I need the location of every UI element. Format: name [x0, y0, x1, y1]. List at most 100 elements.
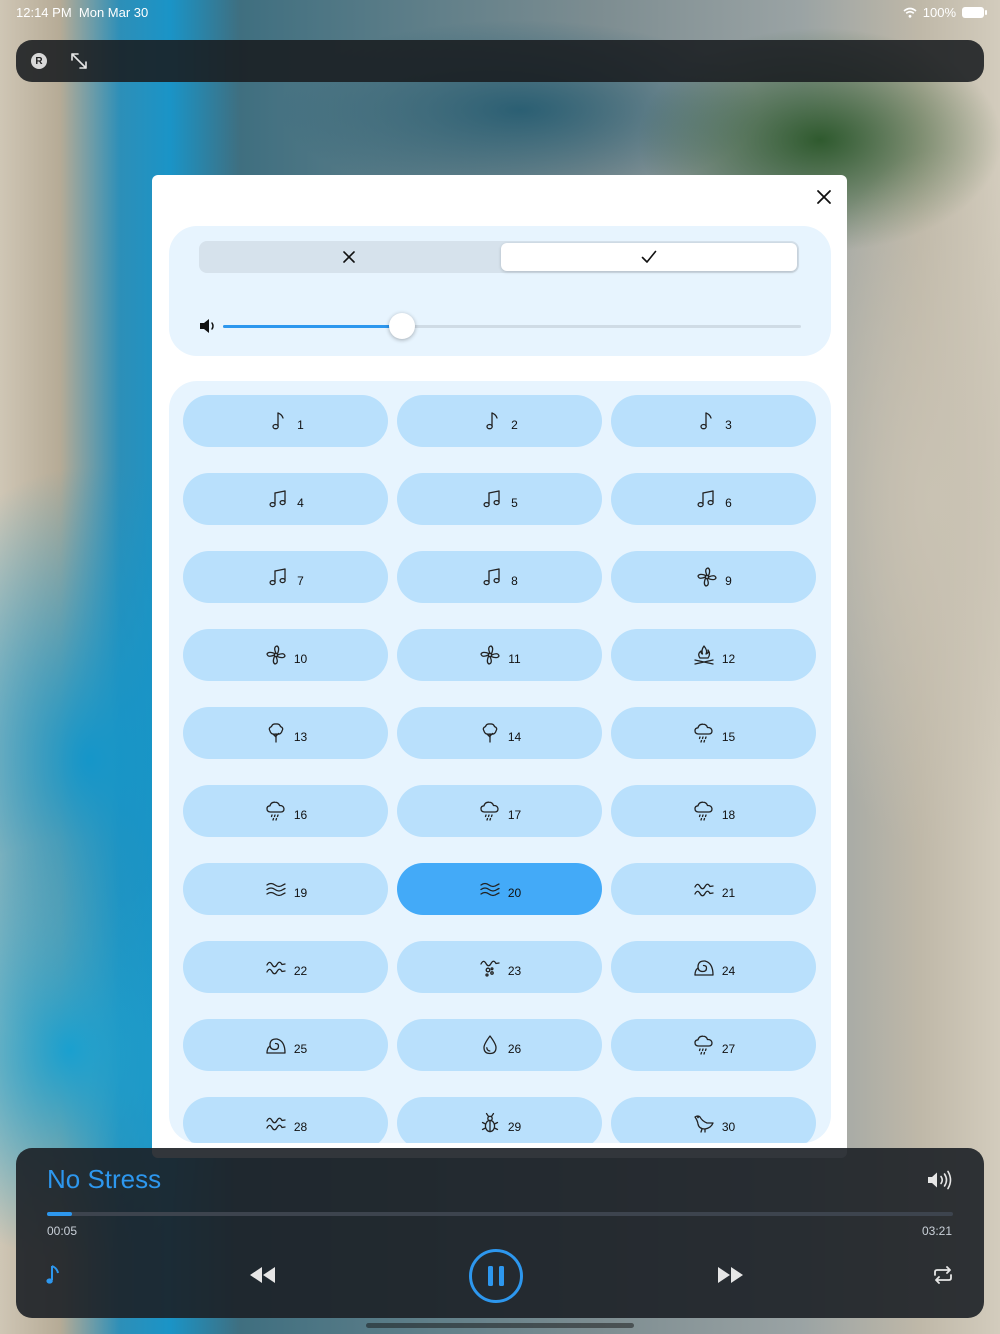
sound-label: 8 — [511, 574, 518, 588]
segment-cancel[interactable] — [201, 243, 497, 271]
fan-icon — [480, 645, 500, 665]
rain-cloud-icon — [266, 801, 285, 821]
sound-button-27[interactable]: 27 — [611, 1019, 816, 1071]
sound-button-28[interactable]: 28 — [183, 1097, 388, 1143]
track-title: No Stress — [47, 1164, 162, 1194]
sound-label: 18 — [721, 808, 736, 822]
sound-button-5[interactable]: 5 — [397, 473, 602, 525]
fast-forward-button[interactable] — [717, 1266, 743, 1284]
sound-label: 1 — [297, 418, 304, 432]
sound-label: 15 — [721, 730, 736, 744]
rewind-icon — [250, 1267, 275, 1283]
notes-icon — [269, 568, 286, 586]
sound-button-2[interactable]: 2 — [397, 395, 602, 447]
sound-label: 28 — [293, 1120, 308, 1134]
x-mark-icon — [343, 251, 355, 263]
playback-progress[interactable] — [47, 1212, 953, 1216]
volume-slider[interactable] — [223, 313, 801, 339]
sound-button-24[interactable]: 24 — [611, 941, 816, 993]
sound-label: 16 — [293, 808, 308, 822]
notes-icon — [483, 490, 500, 508]
bubbles-waves-icon — [480, 960, 500, 977]
settings-panel — [169, 226, 831, 356]
r-badge-icon[interactable]: R — [31, 53, 47, 69]
sound-button-22[interactable]: 22 — [183, 941, 388, 993]
sound-label: 9 — [725, 574, 732, 588]
snail-shell-icon — [266, 1038, 286, 1054]
current-time: 00:05 — [47, 1224, 78, 1238]
sound-button-6[interactable]: 6 — [611, 473, 816, 525]
sea-waves-icon — [266, 961, 286, 975]
sound-label: 27 — [721, 1042, 736, 1056]
battery-icon — [962, 7, 987, 18]
clock-date: Mon Mar 30 — [78, 5, 149, 20]
sound-button-21[interactable]: 21 — [611, 863, 816, 915]
fast-forward-icon — [718, 1267, 743, 1283]
pause-button[interactable] — [469, 1249, 523, 1303]
sound-button-23[interactable]: 23 — [397, 941, 602, 993]
sound-button-1[interactable]: 1 — [183, 395, 388, 447]
campfire-icon — [694, 645, 714, 665]
music-library-button[interactable] — [42, 1263, 64, 1287]
checkmark-icon — [641, 250, 657, 263]
sound-label: 3 — [725, 418, 732, 432]
rewind-button[interactable] — [250, 1266, 276, 1284]
sound-button-13[interactable]: 13 — [183, 707, 388, 759]
sound-button-20[interactable]: 20 — [397, 863, 602, 915]
sound-label: 7 — [297, 574, 304, 588]
sound-button-25[interactable]: 25 — [183, 1019, 388, 1071]
sound-button-30[interactable]: 30 — [611, 1097, 816, 1143]
note-icon — [272, 412, 284, 430]
sound-button-11[interactable]: 11 — [397, 629, 602, 681]
sound-button-10[interactable]: 10 — [183, 629, 388, 681]
sound-label: 21 — [721, 886, 736, 900]
sound-label: 29 — [507, 1120, 522, 1134]
sound-button-7[interactable]: 7 — [183, 551, 388, 603]
expand-arrows-icon[interactable] — [70, 52, 88, 70]
rain-cloud-icon — [694, 801, 713, 821]
sound-button-12[interactable]: 12 — [611, 629, 816, 681]
sound-button-29[interactable]: 29 — [397, 1097, 602, 1143]
status-time: 12:14 PM Mon Mar 30 — [16, 5, 148, 20]
rain-cloud-icon — [694, 1035, 713, 1055]
volume-slider-thumb[interactable] — [389, 313, 416, 339]
sound-button-9[interactable]: 9 — [611, 551, 816, 603]
sound-button-14[interactable]: 14 — [397, 707, 602, 759]
sound-button-18[interactable]: 18 — [611, 785, 816, 837]
sound-label: 25 — [293, 1042, 308, 1056]
sound-label: 17 — [507, 808, 522, 822]
sound-button-8[interactable]: 8 — [397, 551, 602, 603]
snail-shell-icon — [694, 960, 714, 976]
speaker-icon — [200, 319, 214, 333]
speaker-wave-icon[interactable] — [927, 1170, 953, 1190]
sound-button-3[interactable]: 3 — [611, 395, 816, 447]
repeat-icon — [934, 1266, 952, 1284]
music-player: No Stress 00:05 03:21 — [16, 1148, 984, 1318]
segmented-control — [199, 241, 799, 273]
sound-button-15[interactable]: 15 — [611, 707, 816, 759]
sound-label: 12 — [721, 652, 736, 666]
playback-progress-fill — [47, 1212, 73, 1216]
sound-button-17[interactable]: 17 — [397, 785, 602, 837]
sound-label: 2 — [511, 418, 518, 432]
sound-button-4[interactable]: 4 — [183, 473, 388, 525]
repeat-button[interactable] — [932, 1265, 954, 1285]
sound-label: 20 — [507, 886, 522, 900]
note-icon — [700, 412, 712, 430]
fan-icon — [697, 567, 717, 587]
sound-label: 26 — [507, 1042, 522, 1056]
battery-percent: 100% — [922, 5, 956, 20]
sound-label: 6 — [725, 496, 732, 510]
sound-label: 30 — [721, 1120, 736, 1134]
sound-button-19[interactable]: 19 — [183, 863, 388, 915]
status-right: 100% — [903, 5, 987, 20]
clock-time: 12:14 PM — [16, 5, 72, 20]
close-icon[interactable] — [814, 187, 834, 207]
note-icon — [486, 412, 498, 430]
segment-confirm[interactable] — [501, 243, 797, 271]
pause-icon — [488, 1266, 504, 1286]
sound-button-26[interactable]: 26 — [397, 1019, 602, 1071]
sound-label: 4 — [297, 496, 304, 510]
sound-label: 13 — [293, 730, 308, 744]
sound-button-16[interactable]: 16 — [183, 785, 388, 837]
